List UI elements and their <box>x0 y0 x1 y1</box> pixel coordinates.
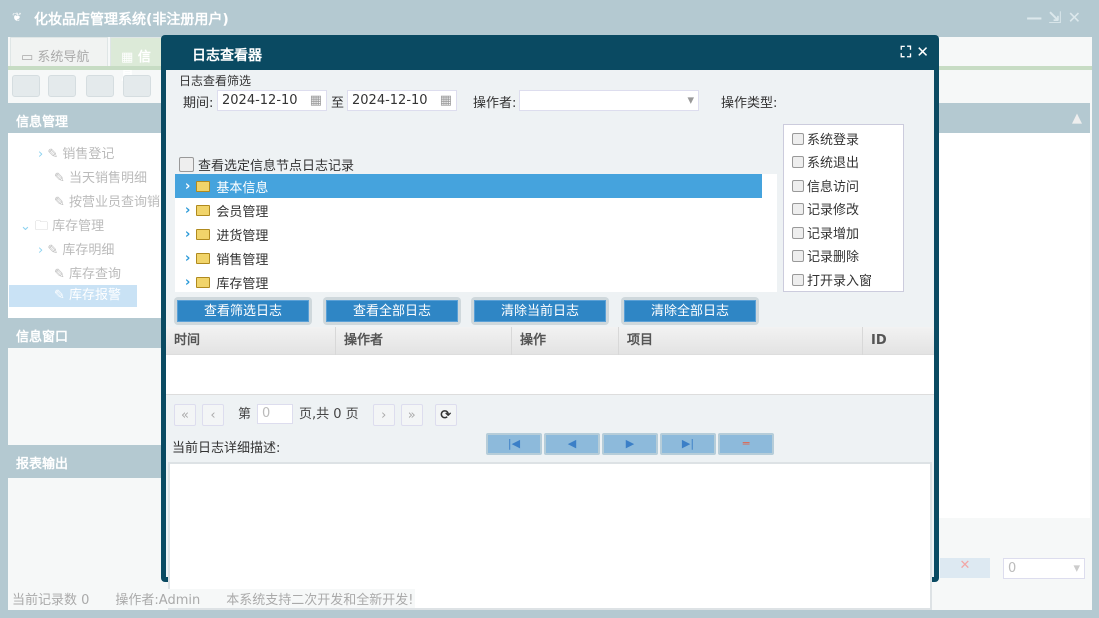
search-tool-icon[interactable] <box>12 75 40 97</box>
close-button[interactable]: ✕ <box>1068 8 1087 27</box>
op-type-checkbox[interactable]: 系统退出 <box>792 152 859 171</box>
page-input[interactable]: 0 <box>257 404 294 424</box>
clear-icon[interactable]: ✕ <box>940 558 990 578</box>
tree-item[interactable]: ✎ 按营业员查询销 <box>54 191 160 213</box>
optype-label: 操作类型: <box>721 96 778 111</box>
first-page-icon[interactable]: « <box>174 404 196 426</box>
log-detail-textarea[interactable] <box>168 462 932 610</box>
list-tool-icon[interactable] <box>48 75 76 97</box>
tab-label: 系统导航 <box>37 50 90 65</box>
folder-icon <box>196 252 211 264</box>
to-label: 至 <box>331 96 345 111</box>
document-tool-icon[interactable] <box>86 75 114 97</box>
op-type-checkbox[interactable]: 记录修改 <box>792 199 859 218</box>
tree-node[interactable]: › 进货管理 <box>175 222 762 246</box>
pager: « ‹ 第 0 页,共 0 页 › » ⟳ <box>174 404 457 426</box>
status-note: 本系统支持二次开发和全新开发! <box>226 593 414 608</box>
log-table-body <box>166 355 934 395</box>
folder-icon <box>196 204 211 216</box>
tree-item[interactable]: › ✎ 库存明细 <box>38 239 114 261</box>
page-prefix: 第 <box>238 407 252 422</box>
nav-tree: › ✎ 销售登记 ✎ 当天销售明细 ✎ 按营业员查询销 ⌄ 🗀 库存管理 › ✎… <box>8 133 162 318</box>
next-log-button[interactable]: ▶ <box>602 433 658 455</box>
col-operator[interactable]: 操作者 <box>336 327 512 355</box>
log-viewer-dialog: 日志查看器 ⛶ ✕ 日志查看筛选 期间: 2024-12-10 ▦ 至 2024-… <box>161 35 939 610</box>
panel-info-manage[interactable]: 信息管理 <box>8 103 162 133</box>
tree-node[interactable]: › 会员管理 <box>175 198 762 222</box>
op-type-list: 系统登录 系统退出 信息访问 记录修改 记录增加 记录删除 打开录入窗 <box>783 124 904 292</box>
tree-item-selected[interactable]: ✎ 库存报警 <box>9 285 137 307</box>
clear-current-button[interactable]: 清除当前日志 <box>471 297 609 325</box>
tree-node[interactable]: › 基本信息 <box>175 174 762 198</box>
op-type-checkbox[interactable]: 信息访问 <box>792 176 859 195</box>
record-count: 当前记录数 0 <box>12 593 90 608</box>
operator-label: 操作者: <box>473 96 517 111</box>
col-id[interactable]: ID <box>863 327 934 355</box>
chevron-down-icon[interactable]: ▾ <box>687 93 694 108</box>
clear-all-button[interactable]: 清除全部日志 <box>621 297 759 325</box>
tree-node[interactable]: › 库存管理 <box>175 270 762 294</box>
filter-label: 日志查看筛选 <box>179 74 252 88</box>
dialog-title: 日志查看器 <box>192 48 262 64</box>
first-log-button[interactable]: |◀ <box>486 433 542 455</box>
operator-status: 操作者:Admin <box>115 593 201 608</box>
window-controls[interactable]: —⇲✕ <box>1026 8 1087 27</box>
op-type-checkbox[interactable]: 打开录入窗 <box>792 270 872 289</box>
panel-info-window[interactable]: 信息窗口 <box>8 318 162 348</box>
page-total: 页,共 0 页 <box>299 407 359 422</box>
op-type-checkbox[interactable]: 系统登录 <box>792 129 859 148</box>
user-tool-icon[interactable] <box>123 75 151 97</box>
next-page-icon[interactable]: › <box>372 404 395 426</box>
tree-node[interactable]: › 销售管理 <box>175 246 762 270</box>
collapse-icon[interactable]: ▲ <box>938 103 1090 133</box>
op-type-checkbox[interactable]: 记录删除 <box>792 246 859 265</box>
dialog-body: 日志查看筛选 期间: 2024-12-10 ▦ 至 2024-12-10 ▦ 操作者… <box>166 70 934 610</box>
info-node-tree: › 基本信息 › 会员管理 › 进货管理 › 销售管理 › 库存管理 <box>175 174 777 292</box>
col-operation[interactable]: 操作 <box>512 327 619 355</box>
restore-button[interactable]: ⇲ <box>1048 8 1067 27</box>
folder-icon <box>196 180 211 192</box>
app-logo-icon: ❦ <box>12 10 23 24</box>
tab-system-nav[interactable]: ▭ 系统导航 <box>10 37 108 67</box>
col-item[interactable]: 项目 <box>619 327 863 355</box>
node-filter-checkbox[interactable]: 查看选定信息节点日志记录 <box>179 155 354 174</box>
tree-item[interactable]: ✎ 当天销售明细 <box>54 167 147 189</box>
folder-icon <box>196 228 211 240</box>
status-bar: 当前记录数 0 操作者:Admin 本系统支持二次开发和全新开发! <box>10 589 416 608</box>
view-all-button[interactable]: 查看全部日志 <box>323 297 461 325</box>
folder-icon <box>196 276 211 288</box>
date-to-input[interactable]: 2024-12-10 ▦ <box>347 90 457 111</box>
detail-label: 当前日志详细描述: <box>172 441 281 456</box>
tree-item[interactable]: ✎ 库存查询 <box>54 263 121 285</box>
count-select[interactable]: 0 ▾ <box>1003 558 1085 579</box>
last-log-button[interactable]: ▶| <box>660 433 716 455</box>
tree-item[interactable]: › ✎ 销售登记 <box>38 143 114 165</box>
minimize-button[interactable]: — <box>1026 8 1048 27</box>
view-filtered-button[interactable]: 查看筛选日志 <box>174 297 312 325</box>
period-label: 期间: <box>183 96 214 111</box>
right-panel <box>938 133 1090 518</box>
calendar-icon[interactable]: ▦ <box>440 93 452 108</box>
panel-report-output[interactable]: 报表输出 <box>8 445 162 478</box>
date-from-input[interactable]: 2024-12-10 ▦ <box>217 90 327 111</box>
last-page-icon[interactable]: » <box>400 404 423 426</box>
log-table-header: 时间 操作者 操作 项目 ID <box>166 327 934 355</box>
operator-combo[interactable]: ▾ <box>519 90 699 111</box>
refresh-icon[interactable]: ⟳ <box>434 404 457 426</box>
calendar-icon[interactable]: ▦ <box>310 93 322 108</box>
maximize-icon[interactable]: ⛶ <box>901 43 912 61</box>
delete-log-button[interactable]: ═ <box>718 433 774 455</box>
app-title: 化妆品店管理系统(非注册用户) <box>34 12 229 28</box>
prev-page-icon[interactable]: ‹ <box>202 404 224 426</box>
col-time[interactable]: 时间 <box>166 327 336 355</box>
prev-log-button[interactable]: ◀ <box>544 433 600 455</box>
dialog-close-icon[interactable]: ✕ <box>916 43 929 61</box>
tree-item[interactable]: ⌄ 🗀 库存管理 <box>20 215 104 237</box>
op-type-checkbox[interactable]: 记录增加 <box>792 223 859 242</box>
